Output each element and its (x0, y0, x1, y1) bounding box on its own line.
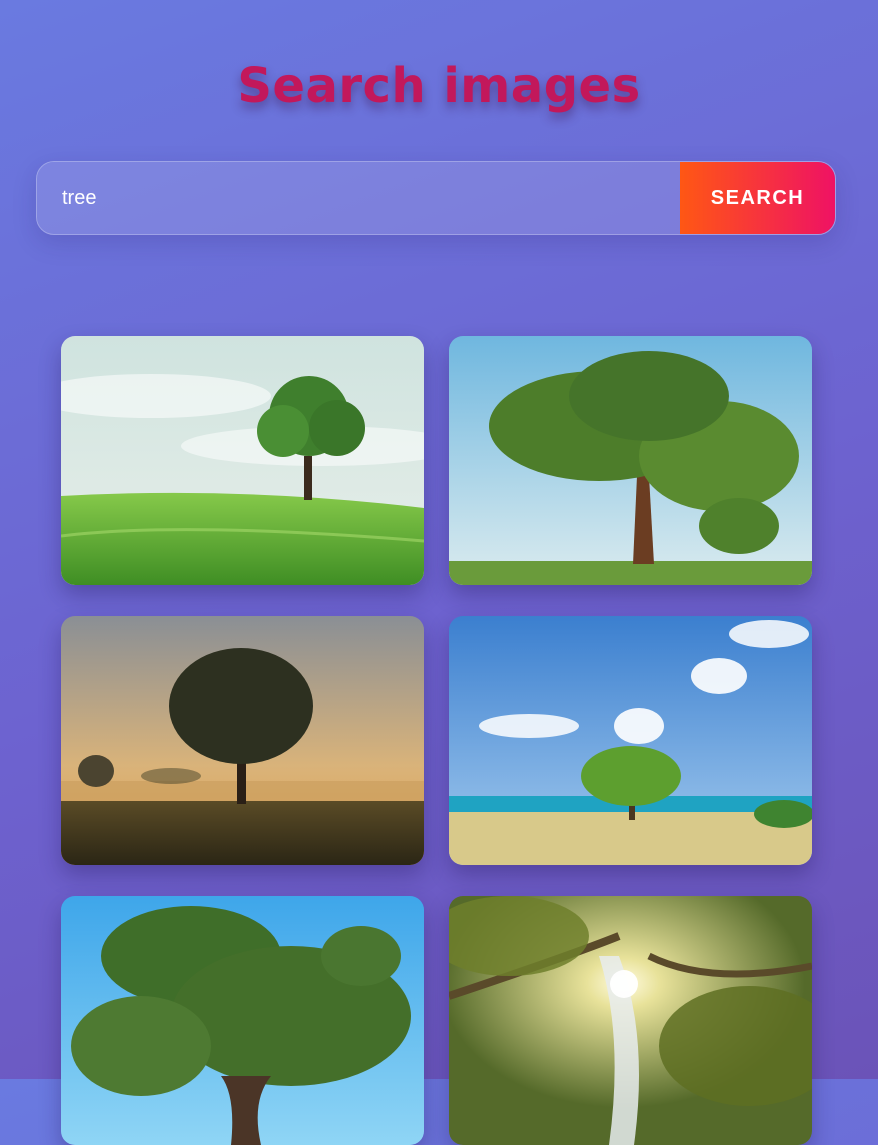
image-card[interactable] (61, 896, 424, 1145)
page-title: Search images (237, 58, 641, 114)
image-card[interactable] (61, 616, 424, 865)
image-grid (61, 336, 812, 1145)
image-card[interactable] (449, 896, 812, 1145)
image-card[interactable] (449, 616, 812, 865)
tree-under-blue-sky-image[interactable] (61, 896, 424, 1145)
tree-in-misty-sunrise-image[interactable] (61, 616, 424, 865)
image-card[interactable] (61, 336, 424, 585)
image-card[interactable] (449, 336, 812, 585)
search-input[interactable] (37, 162, 680, 234)
large-tree-on-field-image[interactable] (449, 336, 812, 585)
tree-on-beach-image[interactable] (449, 616, 812, 865)
tree-on-grass-hill-image[interactable] (61, 336, 424, 585)
tree-canopy-with-sun-image[interactable] (449, 896, 812, 1145)
search-bar: SEARCH (36, 161, 836, 235)
page: Search images SEARCH (0, 0, 878, 1145)
search-button[interactable]: SEARCH (680, 162, 835, 234)
